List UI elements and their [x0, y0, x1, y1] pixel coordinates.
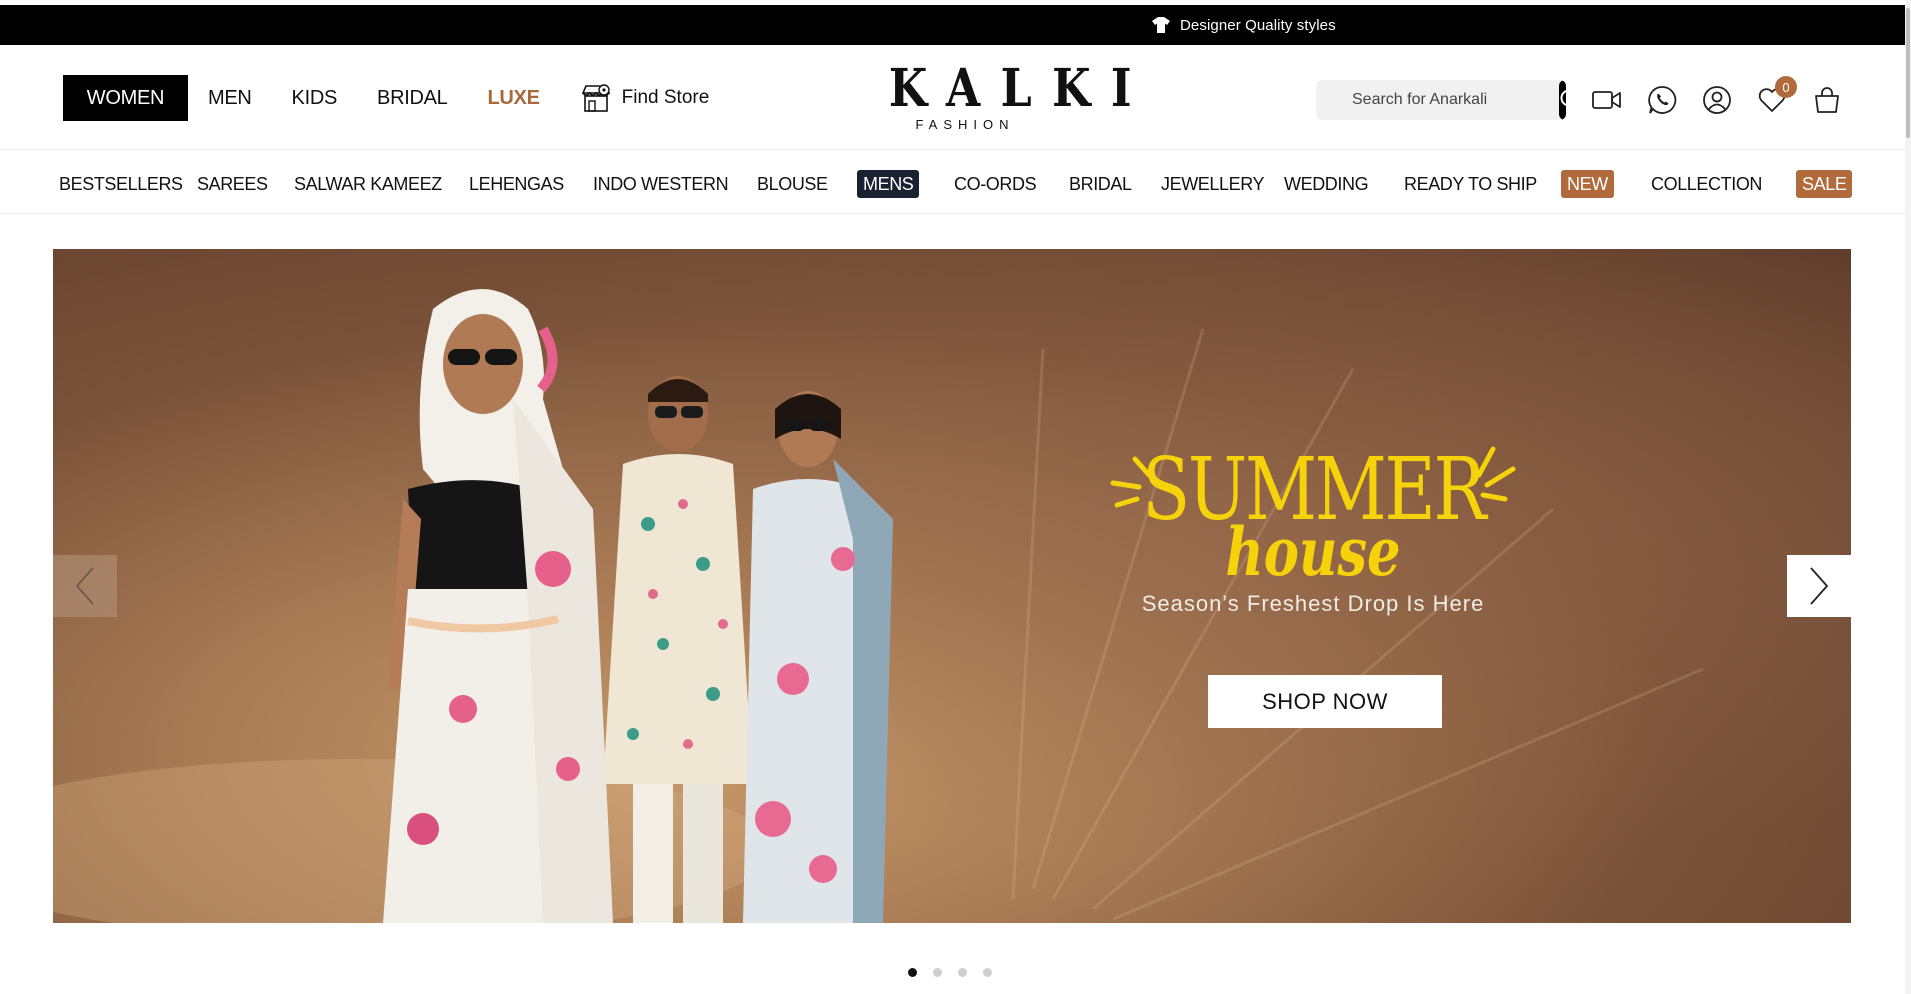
cat-sarees[interactable]: SAREES: [197, 170, 268, 198]
cat-lehengas[interactable]: LEHENGAS: [469, 170, 564, 198]
cat-indo-western[interactable]: INDO WESTERN: [593, 170, 729, 198]
cat-ready-to-ship[interactable]: READY TO SHIP: [1404, 170, 1537, 198]
search-bar: [1316, 80, 1566, 120]
wishlist-button[interactable]: 0: [1755, 76, 1797, 117]
announcement-text: Designer Quality styles: [1180, 16, 1336, 34]
logo-subtitle: FASHION: [915, 117, 1015, 132]
cart-icon: [1815, 87, 1839, 113]
wishlist-count-badge: 0: [1775, 76, 1797, 98]
search-input[interactable]: [1316, 80, 1559, 120]
cat-salwar-kameez[interactable]: SALWAR KAMEEZ: [294, 170, 442, 198]
carousel-next-button[interactable]: [1787, 555, 1851, 617]
video-call-icon: [1592, 91, 1621, 109]
chevron-right-icon: [1810, 567, 1829, 605]
cat-co-ords[interactable]: CO-ORDS: [954, 170, 1037, 198]
hero-title-block: SUMMER house Season’s Freshest Drop Is H…: [1103, 447, 1523, 617]
cart-button[interactable]: [1810, 83, 1844, 117]
cat-new[interactable]: NEW: [1561, 170, 1614, 198]
cat-bridal[interactable]: BRIDAL: [1069, 170, 1132, 198]
account-icon: [1703, 86, 1731, 114]
hero-banner[interactable]: SUMMER house Season’s Freshest Drop Is H…: [53, 249, 1851, 923]
chevron-left-icon: [75, 567, 94, 605]
model-woman-saree-right: [743, 391, 893, 923]
carousel-dot-1[interactable]: [908, 968, 917, 977]
store-icon: [581, 84, 610, 112]
carousel-pagination: [908, 968, 1008, 977]
announcement-bar: Designer Quality styles: [0, 5, 1911, 45]
nav-men[interactable]: MEN: [208, 87, 252, 110]
nav-bridal[interactable]: BRIDAL: [377, 87, 448, 110]
nav-women[interactable]: WOMEN: [63, 75, 188, 121]
find-store-label: Find Store: [621, 87, 710, 108]
carousel-dot-2[interactable]: [933, 968, 942, 977]
page-scrollbar[interactable]: [1905, 0, 1911, 994]
tshirt-icon: [1152, 17, 1170, 33]
carousel-dot-3[interactable]: [958, 968, 967, 977]
find-store-link[interactable]: Find Store: [580, 83, 710, 113]
shop-now-button[interactable]: SHOP NOW: [1208, 675, 1442, 728]
logo-wordmark: KALKI: [888, 58, 1152, 119]
carousel-prev-button[interactable]: [53, 555, 117, 617]
cat-collection[interactable]: COLLECTION: [1651, 170, 1762, 198]
search-icon: [1560, 90, 1566, 106]
top-navigation: WOMEN MEN KIDS BRIDAL LUXE Find Store: [63, 75, 709, 121]
hero-headline-script: house: [1225, 513, 1401, 591]
scrollbar-thumb[interactable]: [1906, 8, 1910, 138]
account-button[interactable]: [1700, 83, 1734, 117]
whatsapp-button[interactable]: [1645, 83, 1679, 117]
hero-tagline: Season’s Freshest Drop Is Here: [1141, 591, 1485, 616]
carousel-dot-4[interactable]: [983, 968, 992, 977]
cat-mens[interactable]: MENS: [857, 170, 920, 198]
nav-luxe[interactable]: LUXE: [487, 87, 539, 110]
cat-jewellery[interactable]: JEWELLERY: [1161, 170, 1265, 198]
main-header: WOMEN MEN KIDS BRIDAL LUXE Find Store KA…: [0, 45, 1911, 150]
search-button[interactable]: [1559, 80, 1566, 120]
header-icons: 0: [1590, 76, 1865, 117]
category-navigation: BESTSELLERS SAREES SALWAR KAMEEZ LEHENGA…: [0, 150, 1911, 214]
cat-wedding[interactable]: WEDDING: [1284, 170, 1369, 198]
video-call-button[interactable]: [1590, 83, 1624, 117]
cat-blouse[interactable]: BLOUSE: [757, 170, 828, 198]
whatsapp-icon: [1648, 86, 1677, 114]
nav-kids[interactable]: KIDS: [292, 87, 338, 110]
cat-sale[interactable]: SALE: [1796, 170, 1853, 198]
cat-bestsellers[interactable]: BESTSELLERS: [59, 170, 183, 198]
brand-logo[interactable]: KALKI FASHION: [852, 58, 1152, 133]
